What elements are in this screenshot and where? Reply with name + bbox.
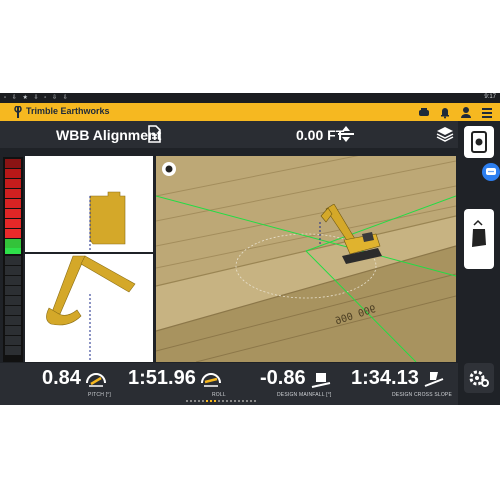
roll-metric[interactable]: 1:51.96: [128, 367, 222, 390]
pitch-value: 0.84: [42, 367, 81, 389]
status-time: 9:17: [484, 94, 496, 100]
system-status-bar: ▫ ⇩ ★ ⇩ ▫ ⇩ ⇩ 9:17: [0, 93, 500, 103]
chat-bubble-icon[interactable]: [482, 163, 500, 181]
3d-plan-view[interactable]: 900 006: [156, 156, 456, 362]
machine-settings-icon: [471, 131, 487, 153]
mainfall-metric[interactable]: -0.86: [260, 367, 332, 390]
gear-icon: [469, 370, 489, 387]
bell-icon[interactable]: [438, 105, 452, 119]
roll-gauge-icon: [200, 372, 221, 387]
settings-gear-button[interactable]: [464, 363, 494, 393]
profile-view[interactable]: [25, 254, 153, 362]
cross-slope-icon: [424, 371, 444, 387]
cross-slope-metric[interactable]: 1:34.13: [351, 367, 445, 390]
mainfall-icon: [311, 372, 330, 388]
camera-view-icon[interactable]: [161, 161, 177, 177]
cross-slope-label: DESIGN CROSS SLOPE: [392, 392, 453, 398]
page-indicator: [186, 400, 256, 402]
design-header: WBB Alignment 0.00 FT: [0, 121, 458, 148]
cross-slope-value: 1:34.13: [351, 367, 419, 389]
design-document-icon[interactable]: [146, 125, 162, 143]
machine-settings-button[interactable]: [464, 126, 494, 158]
app-window: ▫ ⇩ ★ ⇩ ▫ ⇩ ⇩ 9:17 Trimble Earthworks WB…: [0, 93, 500, 405]
cross-section-machine: [89, 191, 126, 252]
machine-icon[interactable]: [417, 105, 431, 119]
pitch-metric[interactable]: 0.84: [42, 367, 107, 390]
app-bar: Trimble Earthworks: [0, 103, 500, 121]
pitch-gauge-icon: [85, 372, 106, 387]
roll-label: ROLL: [212, 392, 226, 398]
layers-icon[interactable]: [436, 126, 454, 142]
cross-section-view[interactable]: [25, 156, 153, 252]
menu-icon[interactable]: [480, 105, 494, 119]
pitch-label: PITCH [°]: [88, 392, 111, 398]
app-title: Trimble Earthworks: [26, 106, 110, 116]
trimble-logo-icon: [14, 106, 22, 118]
mainfall-label: DESIGN MAINFALL [°]: [277, 392, 332, 398]
metrics-bar: 0.84 PITCH [°] 1:51.96 ROLL -0.86 DESIGN…: [0, 363, 458, 405]
bucket-select-button[interactable]: [464, 209, 494, 269]
notification-icons: ▫ ⇩ ★ ⇩ ▫ ⇩ ⇩: [4, 95, 70, 101]
profile-excavator-arm: [46, 255, 136, 362]
user-icon[interactable]: [459, 105, 473, 119]
grade-guidance-lightbar: [3, 157, 23, 362]
roll-value: 1:51.96: [128, 367, 196, 389]
mainfall-value: -0.86: [260, 367, 306, 389]
excavator-model: [319, 204, 382, 264]
vertical-offset-icon[interactable]: [337, 125, 355, 143]
bucket-icon: [472, 219, 486, 247]
